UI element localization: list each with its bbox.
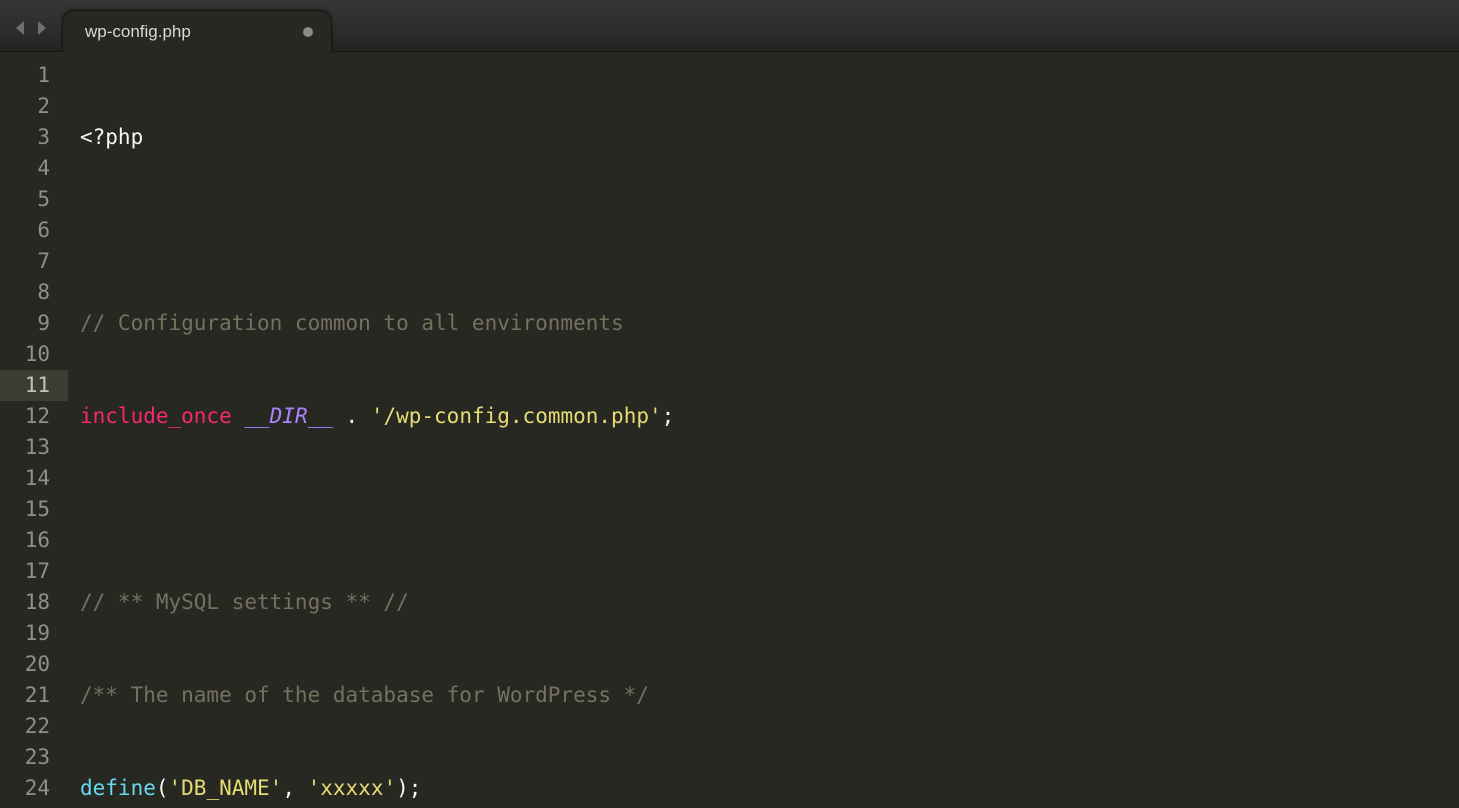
- line-number-gutter: 1 2 3 4 5 6 7 8 9 10 11 12 13 14 15 16 1…: [0, 52, 68, 808]
- code-line: // ** MySQL settings ** //: [80, 587, 1459, 618]
- line-number: 19: [0, 618, 68, 649]
- function: define: [80, 776, 156, 800]
- line-number: 4: [0, 153, 68, 184]
- magic-constant: __DIR__: [244, 404, 333, 428]
- line-number: 8: [0, 277, 68, 308]
- line-number: 17: [0, 556, 68, 587]
- punctuation: );: [396, 776, 421, 800]
- line-number: 9: [0, 308, 68, 339]
- string: 'xxxxx': [308, 776, 397, 800]
- php-open-tag: <?php: [80, 125, 143, 149]
- code-line: [80, 494, 1459, 525]
- line-number: 6: [0, 215, 68, 246]
- line-number: 12: [0, 401, 68, 432]
- line-number: 15: [0, 494, 68, 525]
- line-number: 7: [0, 246, 68, 277]
- line-number: 22: [0, 711, 68, 742]
- string: 'DB_NAME': [169, 776, 283, 800]
- line-number: 16: [0, 525, 68, 556]
- code-line: <?php: [80, 122, 1459, 153]
- line-number: 18: [0, 587, 68, 618]
- line-number: 13: [0, 432, 68, 463]
- dirty-indicator-icon: [303, 27, 313, 37]
- punctuation: (: [156, 776, 169, 800]
- line-number: 10: [0, 339, 68, 370]
- line-number: 3: [0, 122, 68, 153]
- code-line: include_once __DIR__ . '/wp-config.commo…: [80, 401, 1459, 432]
- line-number: 5: [0, 184, 68, 215]
- line-number: 1: [0, 60, 68, 91]
- line-number: 2: [0, 91, 68, 122]
- code-line: define('DB_NAME', 'xxxxx');: [80, 773, 1459, 804]
- line-number: 20: [0, 649, 68, 680]
- code-line: [80, 215, 1459, 246]
- nav-arrows: [8, 19, 62, 51]
- line-number: 21: [0, 680, 68, 711]
- titlebar: wp-config.php: [0, 0, 1459, 52]
- line-number: 23: [0, 742, 68, 773]
- back-arrow-icon[interactable]: [12, 19, 28, 37]
- comment: /** The name of the database for WordPre…: [80, 683, 649, 707]
- forward-arrow-icon[interactable]: [34, 19, 50, 37]
- file-tab[interactable]: wp-config.php: [62, 10, 332, 52]
- line-number: 14: [0, 463, 68, 494]
- tab-filename: wp-config.php: [85, 22, 191, 42]
- punctuation: ,: [282, 776, 307, 800]
- string: '/wp-config.common.php': [371, 404, 662, 428]
- code-line: /** The name of the database for WordPre…: [80, 680, 1459, 711]
- code-line: // Configuration common to all environme…: [80, 308, 1459, 339]
- line-number: 24: [0, 773, 68, 804]
- punctuation: ;: [662, 404, 675, 428]
- code-area[interactable]: <?php // Configuration common to all env…: [68, 52, 1459, 808]
- editor: 1 2 3 4 5 6 7 8 9 10 11 12 13 14 15 16 1…: [0, 52, 1459, 808]
- comment: // ** MySQL settings ** //: [80, 590, 409, 614]
- operator: .: [333, 404, 371, 428]
- line-number: 11: [0, 370, 68, 401]
- comment: // Configuration common to all environme…: [80, 311, 624, 335]
- keyword: include_once: [80, 404, 232, 428]
